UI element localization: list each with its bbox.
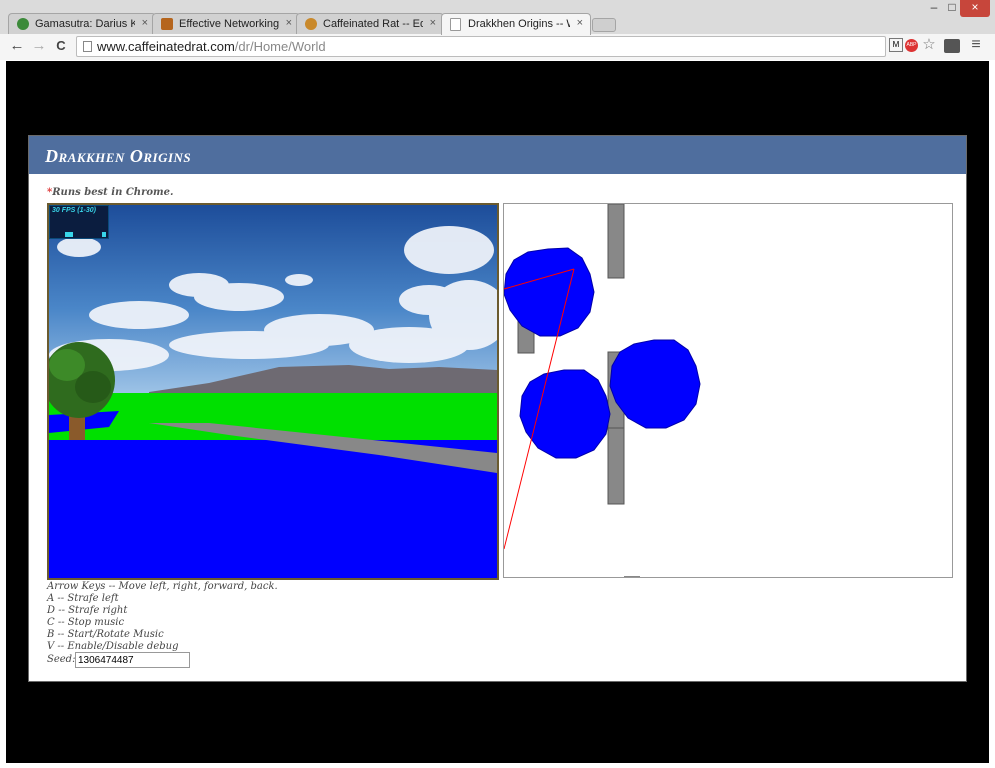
help-line: C -- Stop music <box>47 617 125 628</box>
map-wall <box>607 427 625 505</box>
page-favicon-icon <box>450 18 461 31</box>
debug-map <box>503 203 953 578</box>
tab-gamasutra[interactable]: Gamasutra: Darius Kazemi × <box>8 13 156 34</box>
browser-note: *Runs best in Chrome. <box>47 187 173 198</box>
new-tab-button[interactable] <box>592 18 616 32</box>
tab-close-icon[interactable]: × <box>286 17 292 29</box>
bookmark-star-icon[interactable]: ☆ <box>921 37 937 53</box>
map-entity <box>519 369 611 459</box>
adblock-icon[interactable]: ABP <box>905 39 918 52</box>
fps-meter: 30 FPS (1-30) <box>49 205 109 239</box>
fps-label: 30 FPS (1-30) <box>52 207 96 214</box>
controls-help: Arrow Keys -- Move left, right, forward,… <box>47 581 278 653</box>
page-banner: Drakkhen Origins <box>29 136 966 174</box>
url-path: /dr/Home/World <box>234 39 326 54</box>
game-scene <box>49 205 497 578</box>
page-title: Drakkhen Origins <box>45 146 192 166</box>
tab-title: Effective Networking (Get <box>179 18 279 30</box>
address-url: www.caffeinatedrat.com/dr/Home/World <box>97 37 326 56</box>
tab-close-icon[interactable]: × <box>430 17 436 29</box>
rat-favicon-icon <box>305 18 317 30</box>
tab-close-icon[interactable]: × <box>142 17 148 29</box>
extension-glasses-icon[interactable] <box>944 39 960 53</box>
page-icon <box>83 41 92 52</box>
tab-title: Caffeinated Rat -- Edit Exp <box>323 18 423 30</box>
help-line: B -- Start/Rotate Music <box>47 629 164 640</box>
tab-title: Gamasutra: Darius Kazemi <box>35 18 135 30</box>
tab-drakkhen-origins[interactable]: Drakkhen Origins -- World × <box>441 13 591 35</box>
browser-toolbar: ← → C www.caffeinatedrat.com/dr/Home/Wor… <box>0 34 995 60</box>
reload-button[interactable]: C <box>52 37 70 55</box>
map-wall <box>607 204 625 279</box>
back-button[interactable]: ← <box>8 37 26 55</box>
page-viewport: Drakkhen Origins *Runs best in Chrome. 3… <box>6 61 989 763</box>
tab-caffeinated-rat-edit[interactable]: Caffeinated Rat -- Edit Exp × <box>296 13 444 34</box>
fps-bar <box>102 232 106 237</box>
minimize-button[interactable]: – <box>924 0 944 17</box>
help-line: Arrow Keys -- Move left, right, forward,… <box>47 581 278 592</box>
seed-row: Seed: <box>47 652 190 668</box>
seed-input[interactable] <box>75 652 190 668</box>
address-bar[interactable]: www.caffeinatedrat.com/dr/Home/World M A… <box>76 36 936 57</box>
person-favicon-icon <box>161 18 173 30</box>
tab-strip: Gamasutra: Darius Kazemi × Effective Net… <box>0 0 995 35</box>
forward-button[interactable]: → <box>30 37 48 55</box>
game-viewport[interactable]: 30 FPS (1-30) <box>47 203 499 580</box>
gamasutra-favicon-icon <box>17 18 29 30</box>
map-wall <box>624 576 640 577</box>
maximize-button[interactable]: □ <box>942 0 962 17</box>
close-window-button[interactable]: × <box>960 0 990 17</box>
chrome-menu-button[interactable]: ≡ <box>968 37 984 53</box>
extension-lock-icon[interactable]: M <box>889 38 903 52</box>
seed-label: Seed: <box>47 654 76 665</box>
tab-effective-networking[interactable]: Effective Networking (Get × <box>152 13 300 34</box>
url-host: www.caffeinatedrat.com <box>97 39 235 54</box>
note-text: Runs best in Chrome. <box>52 187 174 198</box>
help-line: A -- Strafe left <box>47 593 119 604</box>
map-canvas <box>504 204 701 577</box>
browser-chrome: Gamasutra: Darius Kazemi × Effective Net… <box>0 0 995 60</box>
fps-bar <box>65 232 73 237</box>
tab-title: Drakkhen Origins -- World <box>468 18 570 30</box>
help-line: D -- Strafe right <box>47 605 128 616</box>
game-container: Drakkhen Origins *Runs best in Chrome. 3… <box>28 135 967 682</box>
tab-close-icon[interactable]: × <box>577 17 583 29</box>
